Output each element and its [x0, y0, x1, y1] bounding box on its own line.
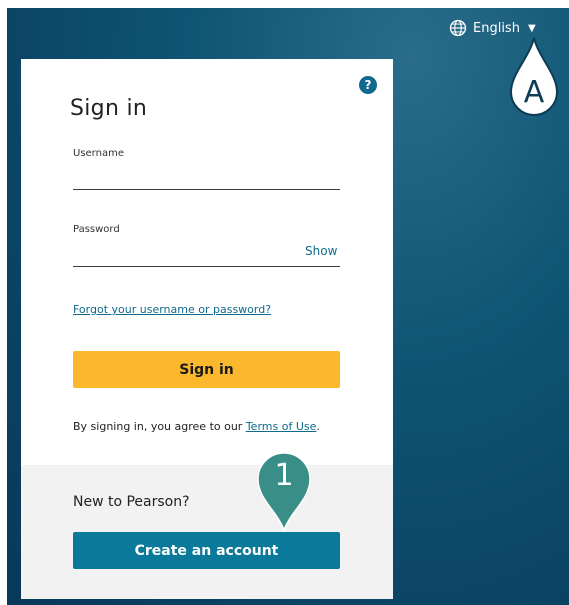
- page-title: Sign in: [70, 96, 148, 121]
- signin-card: ? Sign in Username Password Show Forgot …: [21, 59, 393, 599]
- terms-of-use-link[interactable]: Terms of Use: [246, 420, 317, 433]
- password-label: Password: [73, 224, 120, 235]
- annotation-marker-1-label: 1: [274, 458, 294, 493]
- terms-notice: By signing in, you agree to our Terms of…: [73, 420, 320, 433]
- password-field[interactable]: [73, 242, 298, 267]
- annotation-marker-a-label: A: [523, 75, 545, 110]
- register-panel: New to Pearson? Create an account: [21, 465, 393, 599]
- create-account-button[interactable]: Create an account: [73, 532, 340, 569]
- caret-down-icon: ▼: [527, 22, 536, 34]
- register-prompt: New to Pearson?: [73, 494, 190, 510]
- sign-in-button[interactable]: Sign in: [73, 351, 340, 388]
- terms-suffix: .: [316, 420, 320, 433]
- terms-prefix: By signing in, you agree to our: [73, 420, 246, 433]
- annotation-marker-a: A: [508, 36, 560, 122]
- show-password-toggle[interactable]: Show: [305, 244, 337, 258]
- language-label: English: [473, 20, 520, 36]
- username-field[interactable]: [73, 165, 340, 190]
- help-icon[interactable]: ?: [359, 76, 377, 94]
- globe-icon: [449, 19, 467, 37]
- username-label: Username: [73, 148, 124, 159]
- annotation-marker-1: 1: [255, 449, 313, 533]
- forgot-credentials-link[interactable]: Forgot your username or password?: [73, 303, 271, 316]
